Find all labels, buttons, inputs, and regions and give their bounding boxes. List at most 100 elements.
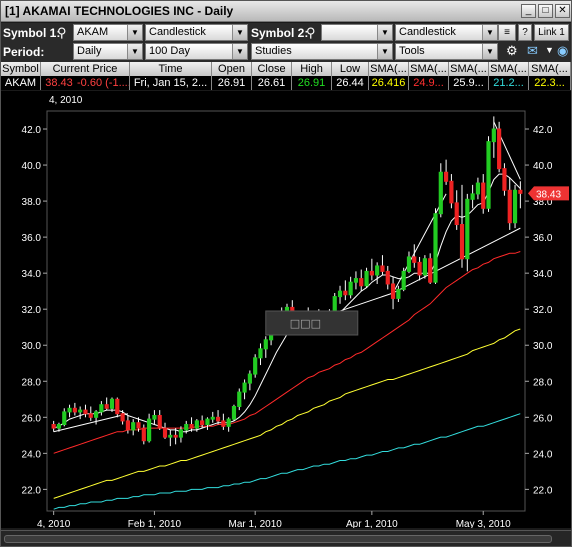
candle-body — [422, 258, 427, 276]
candle-body — [258, 348, 263, 359]
period-select[interactable]: Daily ▼ — [73, 43, 143, 60]
candle-body — [168, 434, 173, 438]
candle — [343, 280, 348, 301]
header-sma2: SMA(... — [409, 62, 449, 76]
candle — [62, 408, 67, 427]
candle — [406, 251, 412, 274]
symbol1-label: Symbol 1: — [3, 26, 61, 40]
candle-body — [200, 420, 205, 426]
chevron-down-icon[interactable]: ▼ — [127, 44, 142, 59]
candle — [242, 379, 247, 400]
quote-row[interactable]: AKAM 38.43 -0.60 (-1.... Fri, Jan 15, 2.… — [1, 76, 571, 90]
candle-body — [231, 405, 237, 420]
candle-body — [449, 180, 454, 204]
chevron-down-icon[interactable]: ▼ — [232, 44, 247, 59]
y-tick-label-left: 32.0 — [22, 305, 42, 316]
candle-body — [157, 415, 162, 429]
sma-line-4 — [53, 413, 521, 510]
header-low: Low — [332, 62, 369, 76]
candle-body — [56, 424, 62, 429]
candle-body — [83, 409, 88, 415]
chart-type1-select[interactable]: Candlestick ▼ — [145, 24, 248, 41]
candle-body — [104, 404, 109, 409]
chart-type2-value: Candlestick — [399, 26, 456, 38]
y-tick-label-left: 36.0 — [22, 233, 42, 244]
chart-type2-select[interactable]: Candlestick ▼ — [395, 24, 498, 41]
candle-body — [380, 265, 385, 272]
header-open: Open — [212, 62, 252, 76]
chevron-down-icon[interactable]: ▼ — [127, 25, 142, 40]
candle — [226, 417, 231, 432]
chevron-down-icon[interactable]: ▼ — [377, 25, 392, 40]
list-icon[interactable]: ≡ — [498, 24, 516, 41]
candle — [157, 410, 162, 430]
cell-change: -0.60 (-1.... — [77, 76, 130, 90]
studies-value: Studies — [255, 45, 292, 57]
candle-body — [189, 424, 194, 429]
symbol2-input[interactable]: ▼ — [321, 24, 393, 41]
candle — [210, 411, 215, 423]
symbol1-input[interactable]: AKAM ▼ — [73, 24, 143, 41]
tools-select[interactable]: Tools ▼ — [395, 43, 498, 60]
header-close: Close — [252, 62, 292, 76]
help-button[interactable]: ? — [518, 24, 532, 41]
candle — [141, 424, 146, 445]
search-icon[interactable]: ⚲ — [57, 25, 67, 41]
candle-body — [136, 422, 141, 429]
candle-body — [173, 434, 178, 438]
candle-body — [152, 415, 157, 420]
header-high: High — [292, 62, 332, 76]
y-tick-label-right: 30.0 — [533, 341, 553, 352]
link-button[interactable]: Link 1 — [534, 24, 569, 41]
horizontal-scrollbar[interactable] — [4, 535, 552, 543]
cell-sma4: 21.2... — [489, 76, 529, 90]
candle-body — [396, 288, 401, 299]
candle — [221, 413, 226, 430]
chat-icon[interactable]: ✉ — [527, 43, 538, 59]
candle-body — [507, 189, 512, 224]
cell-close: 26.61 — [252, 76, 292, 90]
chevron-down-icon[interactable]: ▼ — [482, 25, 497, 40]
candle-body — [253, 357, 258, 375]
candle-body — [194, 420, 199, 429]
minimize-icon[interactable]: _ — [521, 4, 536, 18]
candle — [168, 429, 173, 447]
candle — [205, 417, 210, 430]
candle — [258, 343, 263, 366]
close-icon[interactable]: ✕ — [555, 4, 570, 18]
search-icon[interactable]: ⚲ — [306, 25, 316, 41]
chart-area[interactable]: 22.0 22.0 24.0 24.0 26.0 26.0 28.0 28.0 30.0 30.0… — [1, 91, 571, 528]
candle-body — [62, 411, 67, 426]
price-chart[interactable]: 22.0 22.0 24.0 24.0 26.0 26.0 28.0 28.0 30.0 30.0… — [1, 91, 571, 528]
studies-select[interactable]: Studies ▼ — [251, 43, 393, 60]
gear-icon[interactable]: ⚙ — [506, 43, 518, 59]
candle-body — [93, 411, 99, 418]
symbol-toolbar: Symbol 1: ⚲ AKAM ▼ Candlestick ▼ Symbol … — [1, 23, 571, 43]
x-tick-label: Apr 1, 2010 — [346, 519, 398, 528]
chevron-down-icon[interactable]: ▼ — [232, 25, 247, 40]
y-tick-label-right: 36.0 — [533, 233, 553, 244]
chevron-down-icon[interactable]: ▼ — [377, 44, 392, 59]
candle — [396, 285, 401, 302]
candle — [83, 404, 88, 418]
title-bar[interactable]: [1] AKAMAI TECHNOLOGIES INC - Daily _ □ … — [1, 1, 571, 22]
x-tick-label: May 3, 2010 — [456, 519, 511, 528]
candle-body — [88, 413, 93, 418]
window-title: [1] AKAMAI TECHNOLOGIES INC - Daily — [5, 4, 234, 18]
range-select[interactable]: 100 Day ▼ — [145, 43, 248, 60]
hover-tooltip-text: □□□ — [290, 317, 321, 330]
globe-icon[interactable]: ◉ — [557, 43, 568, 59]
candle-body — [141, 427, 146, 442]
candle — [88, 406, 93, 421]
chevron-down-icon[interactable]: ▼ — [482, 44, 497, 59]
candle-body — [475, 182, 481, 195]
maximize-icon[interactable]: □ — [538, 4, 553, 18]
cell-time: Fri, Jan 15, 2... — [130, 76, 212, 90]
header-current-price: Current Price — [41, 62, 130, 76]
chevron-down-icon[interactable]: ▼ — [545, 45, 554, 55]
y-tick-label-right: 26.0 — [533, 413, 553, 424]
candle-body — [348, 281, 353, 296]
candle — [444, 159, 449, 185]
candle — [125, 415, 130, 434]
candle-body — [465, 198, 470, 260]
